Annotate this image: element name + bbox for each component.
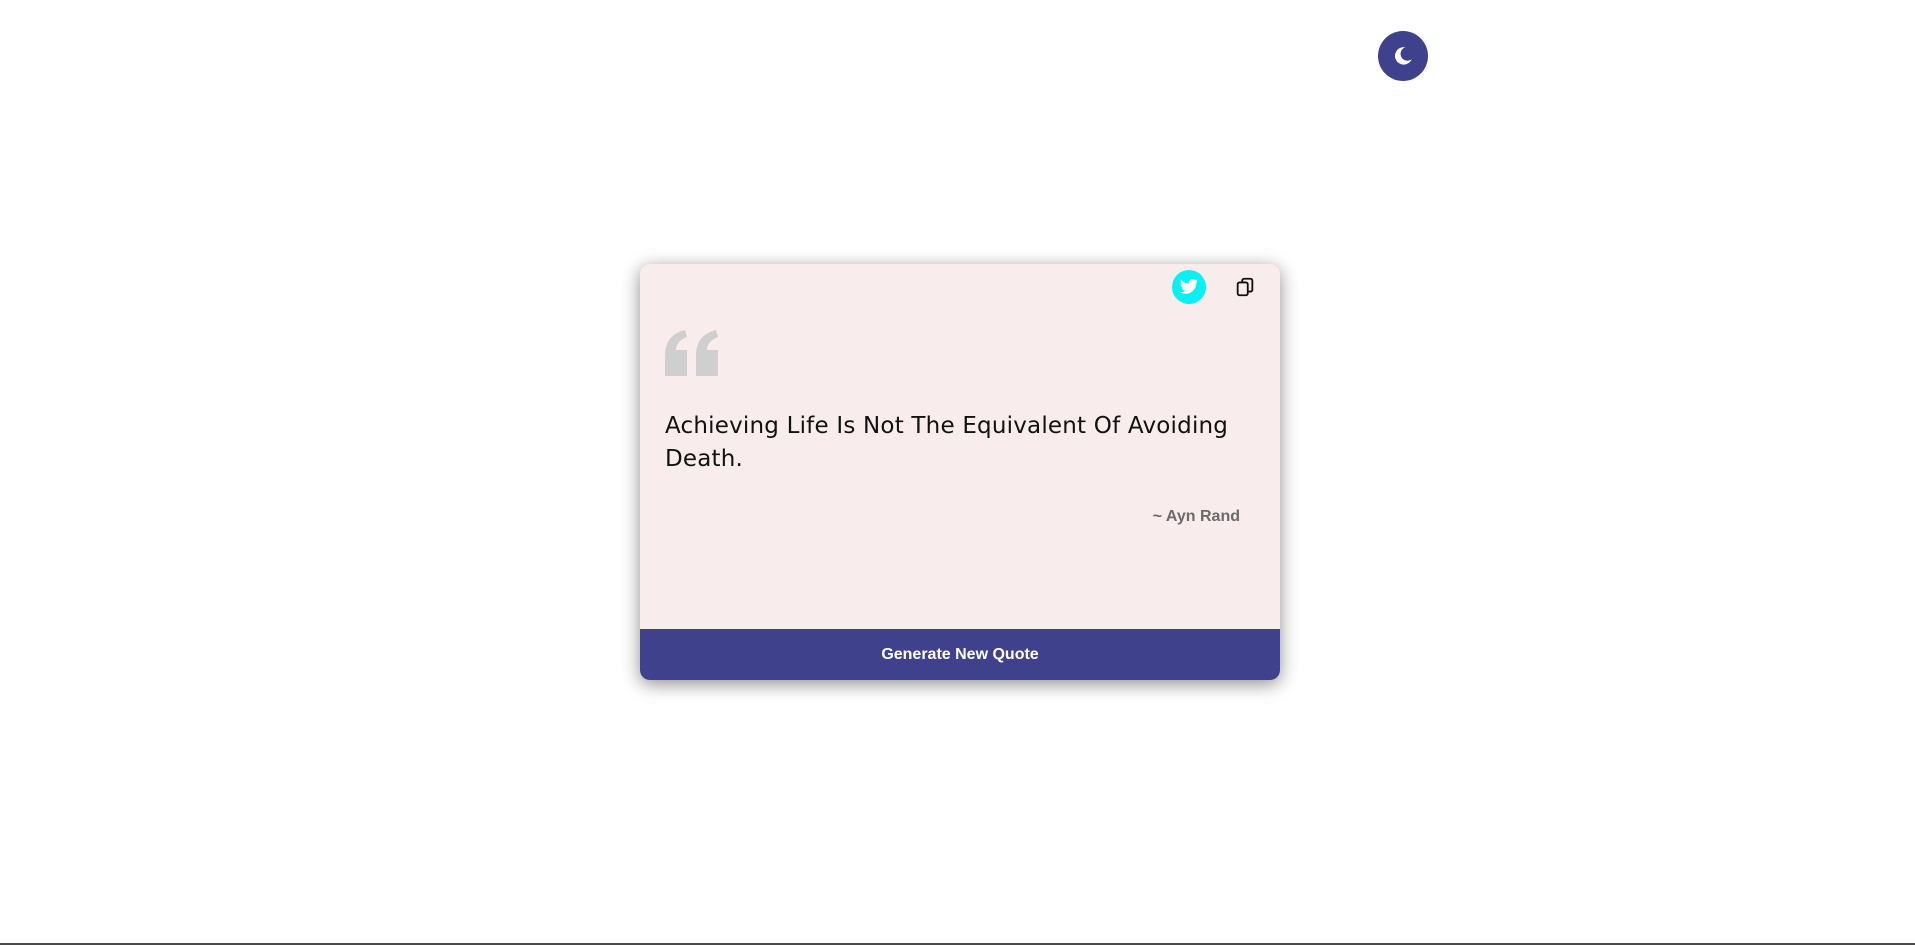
tweet-button[interactable]	[1172, 270, 1206, 304]
quote-card: Achieving Life Is Not The Equivalent Of …	[640, 264, 1280, 680]
quote-text: Achieving Life Is Not The Equivalent Of …	[665, 413, 1229, 472]
quote-author: ~ Ayn Rand	[1152, 508, 1240, 525]
copy-button[interactable]	[1228, 270, 1262, 304]
card-actions	[1172, 270, 1262, 304]
twitter-icon	[1179, 279, 1199, 294]
theme-toggle-button[interactable]	[1378, 31, 1428, 81]
moon-icon	[1394, 47, 1412, 65]
generate-new-quote-button[interactable]: Generate New Quote	[640, 629, 1280, 680]
copy-icon	[1236, 277, 1254, 297]
quote-mark-icon	[665, 330, 718, 376]
page: Achieving Life Is Not The Equivalent Of …	[0, 0, 1915, 945]
